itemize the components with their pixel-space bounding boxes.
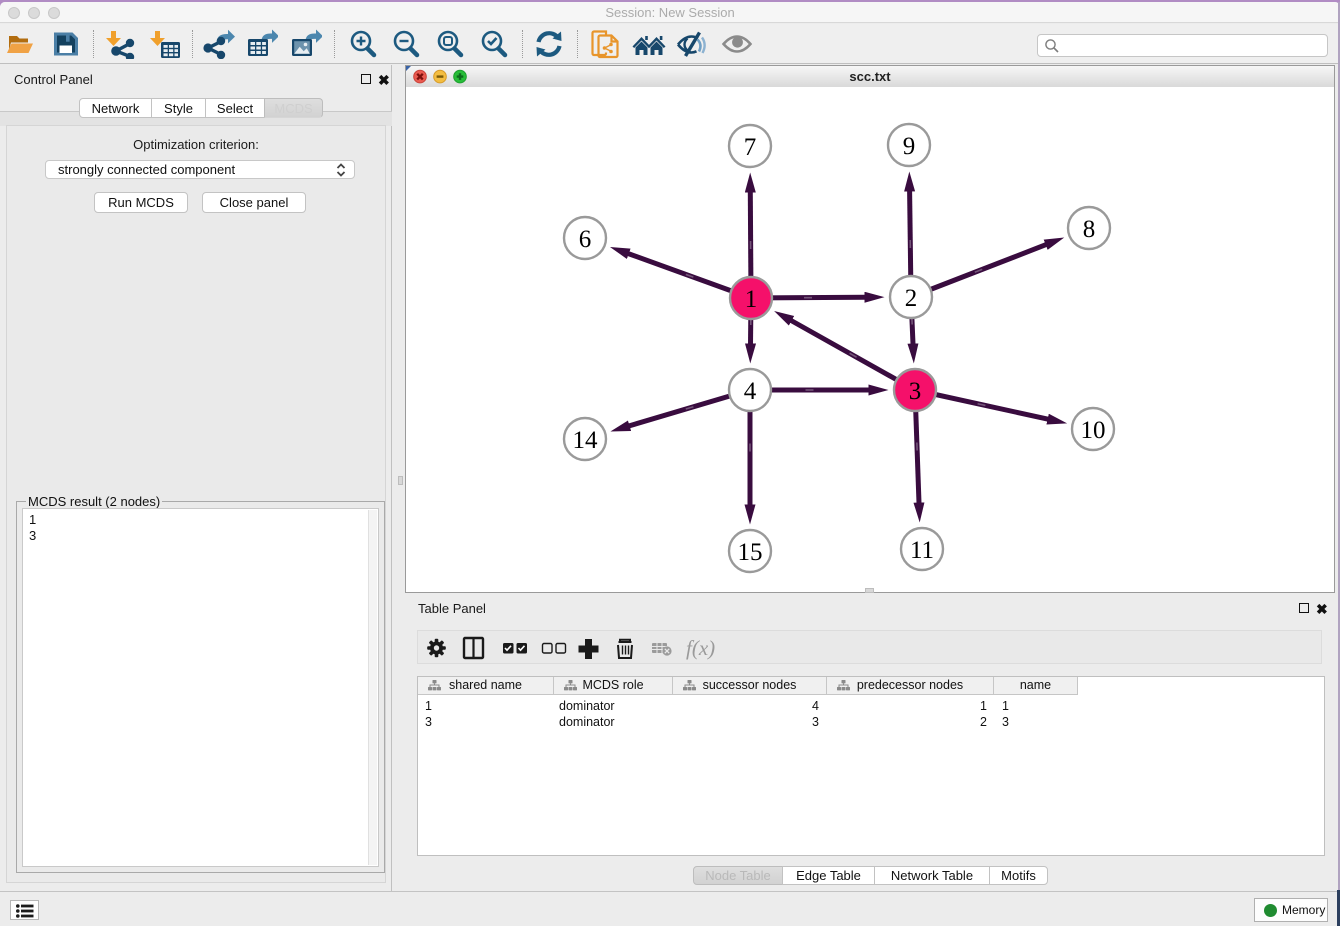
svg-text:3: 3: [909, 378, 922, 405]
svg-text:6: 6: [579, 226, 592, 253]
svg-text:9: 9: [903, 133, 916, 160]
svg-text:7: 7: [744, 134, 757, 161]
svg-text:14: 14: [573, 427, 599, 454]
svg-text:f(x): f(x): [686, 636, 715, 660]
svg-text:2: 2: [905, 285, 918, 312]
svg-text:10: 10: [1081, 417, 1106, 444]
svg-text:1: 1: [745, 286, 758, 313]
svg-text:4: 4: [744, 378, 757, 405]
svg-text:8: 8: [1083, 216, 1096, 243]
svg-text:11: 11: [910, 537, 934, 564]
svg-text:15: 15: [738, 539, 763, 566]
